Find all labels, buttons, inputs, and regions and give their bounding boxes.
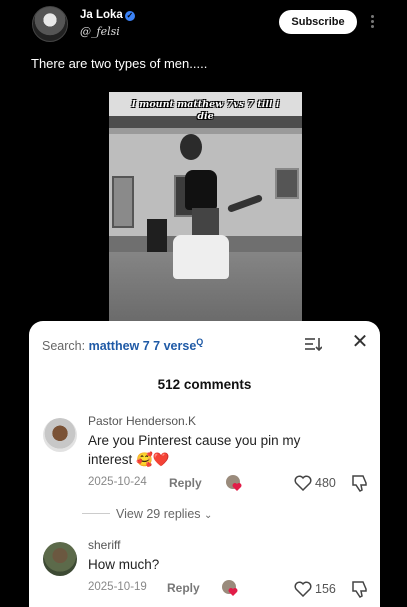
commenter-avatar[interactable] — [43, 418, 77, 452]
post-caption: There are two types of men..... — [31, 56, 208, 71]
creator-heart-reaction-icon — [222, 580, 238, 596]
video-overlay-text: I mount matthew 7vs 7 till i die — [131, 99, 280, 122]
chevron-down-icon: ⌄ — [204, 510, 213, 521]
search-query[interactable]: Search: matthew 7 7 verseQ — [42, 337, 203, 355]
author-avatar[interactable] — [32, 6, 68, 42]
heart-outline-icon — [294, 581, 312, 598]
creator-heart-reaction-icon — [226, 475, 242, 491]
view-replies-button[interactable]: View 29 replies ⌄ — [82, 507, 212, 521]
comment-date: 2025-10-24 — [88, 476, 147, 488]
comment-text: Are you Pinterest cause you pin my inter… — [88, 433, 301, 467]
comment-author[interactable]: Pastor Henderson.K — [88, 414, 196, 428]
reply-button[interactable]: Reply — [167, 581, 200, 595]
author-handle[interactable]: @_felsi — [80, 25, 120, 38]
post-header: Ja Loka ✓ @_felsi Subscribe — [0, 0, 407, 48]
verified-badge-icon: ✓ — [124, 11, 135, 21]
comment-text: How much? — [88, 557, 160, 572]
comments-count: 512 comments — [157, 377, 252, 392]
close-icon[interactable]: ✕ — [350, 332, 370, 352]
author-name[interactable]: Ja Loka ✓ — [80, 9, 135, 21]
thumbs-down-icon[interactable] — [351, 474, 369, 492]
subscribe-button[interactable]: Subscribe — [279, 10, 357, 34]
like-button[interactable]: 480 — [294, 475, 336, 492]
commenter-avatar[interactable] — [43, 542, 77, 576]
heart-outline-icon — [294, 475, 312, 492]
sort-icon[interactable] — [304, 335, 322, 353]
search-term[interactable]: matthew 7 7 verse — [89, 339, 197, 353]
thumbs-down-icon[interactable] — [351, 580, 369, 598]
reply-button[interactable]: Reply — [169, 476, 202, 490]
video-thumbnail[interactable]: I mount matthew 7vs 7 till i die — [109, 92, 302, 324]
search-icon[interactable]: Q — [196, 337, 203, 347]
comment-date: 2025-10-19 — [88, 581, 147, 593]
comment-author[interactable]: sheriff — [88, 538, 120, 552]
more-vertical-icon[interactable] — [368, 12, 378, 30]
like-button[interactable]: 156 — [294, 581, 336, 598]
comments-panel: Search: matthew 7 7 verseQ ✕ 512 comment… — [29, 321, 380, 607]
